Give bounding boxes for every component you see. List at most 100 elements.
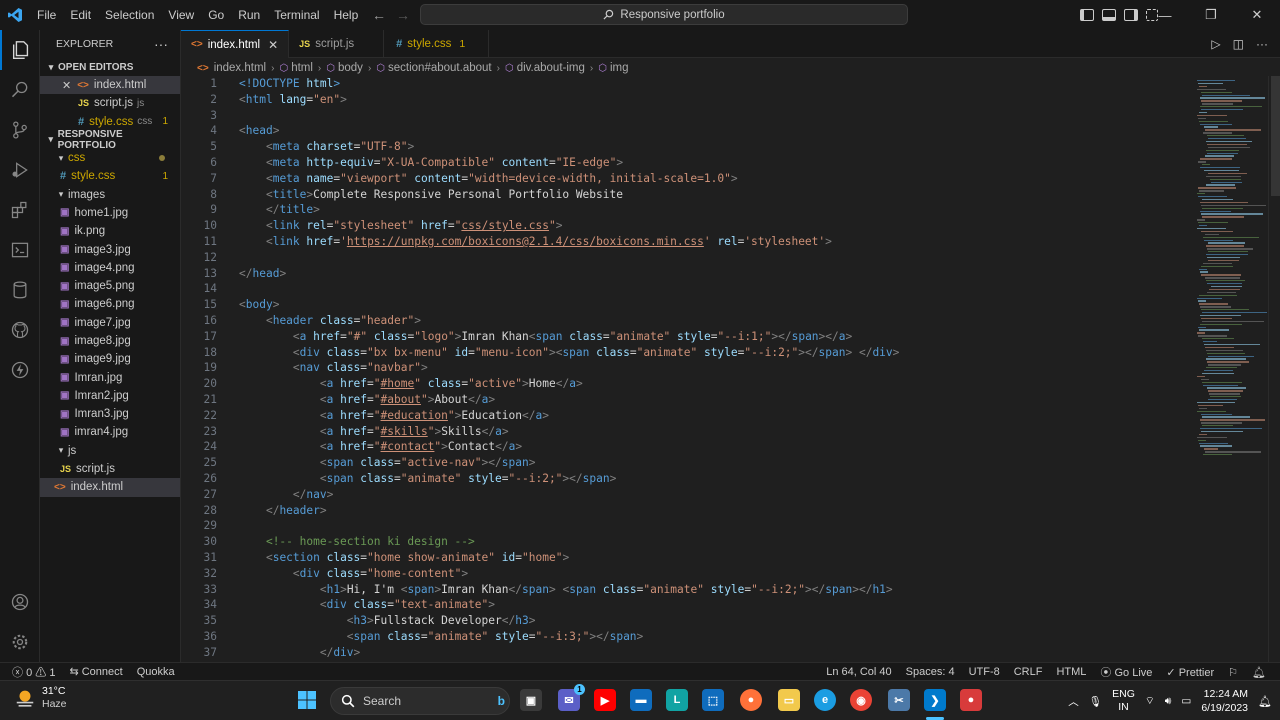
open-editor-item[interactable]: JS script.js js — [40, 94, 180, 112]
menu-edit[interactable]: Edit — [63, 0, 98, 30]
media-app-icon[interactable]: ▬ — [630, 689, 652, 711]
search-activity-icon[interactable] — [0, 70, 40, 110]
menu-go[interactable]: Go — [201, 0, 231, 30]
account-icon[interactable] — [0, 582, 40, 622]
split-editor-icon[interactable]: ◫ — [1233, 37, 1244, 51]
firefox-icon[interactable]: ● — [740, 689, 762, 711]
breadcrumb-item[interactable]: section#about.about — [388, 62, 492, 74]
file-item[interactable]: ▣ image3.jpg — [40, 240, 180, 258]
toggle-primary-sidebar-icon[interactable] — [1080, 9, 1094, 21]
menu-run[interactable]: Run — [231, 0, 267, 30]
toggle-secondary-sidebar-icon[interactable] — [1124, 9, 1138, 21]
breadcrumb-item[interactable]: index.html — [214, 62, 266, 74]
volume-icon[interactable]: 🔊︎ — [1165, 695, 1172, 708]
toggle-panel-icon[interactable] — [1102, 9, 1116, 21]
notifications-bell-icon[interactable]: 🔔︎ — [1252, 666, 1266, 679]
project-section[interactable]: ▾ RESPONSIVE PORTFOLIO — [40, 129, 180, 151]
task-view-icon[interactable]: ▣ — [520, 689, 542, 711]
code-editor[interactable]: 1 <!DOCTYPE html> 2 <html lang="en"> 3 4 <head… — [181, 76, 1191, 662]
file-item-active[interactable]: <> index.html — [40, 478, 180, 497]
end-of-line[interactable]: CRLF — [1014, 666, 1043, 678]
start-windows-icon[interactable] — [296, 689, 318, 711]
file-item[interactable]: ▣ Imran2.jpg — [40, 387, 180, 405]
breadcrumb-item[interactable]: html — [291, 62, 313, 74]
taskbar-search[interactable]: Search b — [330, 687, 510, 715]
minimap[interactable] — [1191, 76, 1268, 662]
terminal-icon[interactable] — [0, 230, 40, 270]
feedback-icon[interactable]: ⚐ — [1228, 666, 1238, 679]
close-icon[interactable]: ✕ — [268, 38, 278, 52]
language-mode[interactable]: HTML — [1056, 666, 1086, 678]
editor-scrollbar[interactable] — [1268, 76, 1280, 662]
battery-icon[interactable]: ▭ — [1181, 695, 1191, 707]
close-window-button[interactable]: ✕ — [1234, 0, 1280, 30]
database-icon[interactable] — [0, 270, 40, 310]
connect-item[interactable]: ⇆ Connect — [69, 665, 122, 678]
vscode-taskbar-icon[interactable]: ❯ — [924, 689, 946, 711]
menu-file[interactable]: File — [30, 0, 63, 30]
menu-view[interactable]: View — [161, 0, 201, 30]
open-editor-item[interactable]: # style.css css 1 — [40, 113, 180, 131]
clock[interactable]: 12:24 AM 6/19/2023 — [1201, 687, 1248, 715]
more-actions-icon[interactable]: ··· — [1256, 37, 1268, 51]
quokka-item[interactable]: Quokka — [137, 666, 175, 678]
open-editors-section[interactable]: ▾ OPEN EDITORS — [40, 58, 180, 76]
extensions-icon[interactable] — [0, 190, 40, 230]
command-center-search[interactable]: Responsive portfolio — [420, 4, 908, 25]
maximize-button[interactable]: ❐ — [1188, 0, 1234, 30]
notification-bell-icon[interactable]: 🔔︎ — [1258, 695, 1272, 708]
breadcrumb-item[interactable]: body — [338, 62, 363, 74]
encoding[interactable]: UTF-8 — [969, 666, 1000, 678]
go-live-item[interactable]: ⦿ Go Live — [1100, 664, 1152, 680]
tab-style-css[interactable]: # style.css 1 — [384, 30, 490, 58]
file-item[interactable]: # style.css 1 — [40, 167, 180, 185]
edge-icon[interactable]: e — [814, 689, 836, 711]
file-item[interactable]: ▣ ik.png — [40, 222, 180, 240]
source-control-icon[interactable] — [0, 110, 40, 150]
file-item[interactable]: ▣ image7.jpg — [40, 314, 180, 332]
chevron-up-icon[interactable]: ︿ — [1068, 694, 1079, 709]
folder-js[interactable]: ▾ js — [40, 442, 180, 460]
breadcrumb-item[interactable]: div.about-img — [517, 62, 585, 74]
open-editor-item[interactable]: ✕ <> index.html — [40, 76, 180, 95]
menu-terminal[interactable]: Terminal — [267, 0, 326, 30]
run-icon[interactable]: ▷ — [1211, 37, 1220, 51]
breadcrumb-item[interactable]: img — [610, 62, 629, 74]
scrollbar-thumb[interactable] — [1271, 76, 1280, 196]
cursor-position[interactable]: Ln 64, Col 40 — [826, 666, 891, 678]
more-actions-icon[interactable]: ··· — [154, 36, 168, 52]
language-indicator[interactable]: ENG IN — [1112, 688, 1135, 714]
indentation[interactable]: Spaces: 4 — [906, 666, 955, 678]
back-arrow-icon[interactable]: ← — [372, 7, 386, 23]
tab-script-js[interactable]: JS script.js — [289, 30, 385, 58]
wifi-icon[interactable]: ⌔ — [1145, 694, 1155, 708]
file-item[interactable]: JS script.js — [40, 460, 180, 478]
file-item[interactable]: ▣ image5.png — [40, 277, 180, 295]
tab-index-html[interactable]: <> index.html ✕ — [181, 30, 290, 58]
file-item[interactable]: ▣ home1.jpg — [40, 204, 180, 222]
file-item[interactable]: ▣ image6.png — [40, 295, 180, 313]
file-explorer-icon[interactable]: ▭ — [778, 689, 800, 711]
file-item[interactable]: ▣ Imran.jpg — [40, 368, 180, 386]
folder-images[interactable]: ▾ images — [40, 185, 180, 203]
run-debug-icon[interactable] — [0, 150, 40, 190]
screen-recorder-icon[interactable]: ● — [960, 689, 982, 711]
folder-css[interactable]: ▾ css — [40, 149, 180, 167]
menu-selection[interactable]: Selection — [98, 0, 161, 30]
github-icon[interactable] — [0, 310, 40, 350]
file-item[interactable]: ▣ Imran3.jpg — [40, 405, 180, 423]
l-app-icon[interactable]: L — [666, 689, 688, 711]
teams-chat-icon[interactable]: ✉ 1 — [558, 684, 585, 711]
microsoft-store-icon[interactable]: ⬚ — [702, 689, 724, 711]
forward-arrow-icon[interactable]: → — [396, 7, 410, 23]
settings-gear-icon[interactable] — [0, 622, 40, 662]
lightning-icon[interactable] — [0, 350, 40, 390]
prettier-item[interactable]: ✓ Prettier — [1166, 666, 1214, 679]
minimize-button[interactable]: — — [1142, 0, 1188, 30]
file-item[interactable]: ▣ image9.jpg — [40, 350, 180, 368]
file-item[interactable]: ▣ imran4.jpg — [40, 423, 180, 441]
chrome-icon[interactable]: ◉ — [850, 689, 872, 711]
snipping-tool-icon[interactable]: ✂ — [888, 689, 910, 711]
microphone-icon[interactable]: 🎙︎ — [1089, 695, 1102, 708]
close-editor-icon[interactable]: ✕ — [62, 79, 71, 92]
